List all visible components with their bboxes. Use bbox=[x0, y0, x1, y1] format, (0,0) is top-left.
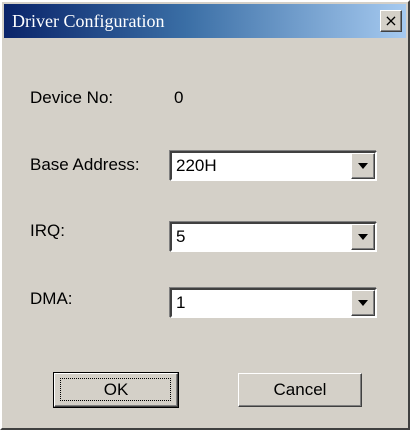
dma-label: DMA: bbox=[30, 289, 73, 308]
base-address-select[interactable]: 220H bbox=[170, 151, 377, 181]
device-no-label: Device No: bbox=[30, 88, 114, 107]
irq-label: IRQ: bbox=[30, 221, 65, 240]
cancel-button-label: Cancel bbox=[273, 380, 327, 399]
close-icon: × bbox=[384, 11, 398, 30]
driver-configuration-dialog: Driver Configuration × Device No: 0 Base… bbox=[0, 0, 410, 430]
title-bar[interactable]: Driver Configuration × bbox=[4, 4, 406, 38]
irq-select[interactable]: 5 bbox=[170, 222, 377, 252]
close-button[interactable]: × bbox=[380, 10, 402, 32]
irq-dropdown-button[interactable] bbox=[351, 224, 375, 250]
base-address-value: 220H bbox=[176, 156, 217, 175]
dma-value: 1 bbox=[176, 293, 186, 312]
window-title: Driver Configuration bbox=[12, 11, 165, 31]
ok-button[interactable]: OK bbox=[53, 372, 179, 408]
dma-dropdown-button[interactable] bbox=[351, 290, 375, 316]
base-address-dropdown-button[interactable] bbox=[351, 153, 375, 179]
device-no-value: 0 bbox=[174, 88, 184, 107]
base-address-label: Base Address: bbox=[30, 155, 140, 174]
ok-button-label: OK bbox=[103, 380, 129, 399]
cancel-button[interactable]: Cancel bbox=[238, 373, 362, 407]
chevron-down-icon bbox=[358, 300, 368, 306]
chevron-down-icon bbox=[358, 234, 368, 240]
irq-value: 5 bbox=[176, 227, 186, 246]
dma-select[interactable]: 1 bbox=[170, 288, 377, 318]
chevron-down-icon bbox=[358, 163, 368, 169]
